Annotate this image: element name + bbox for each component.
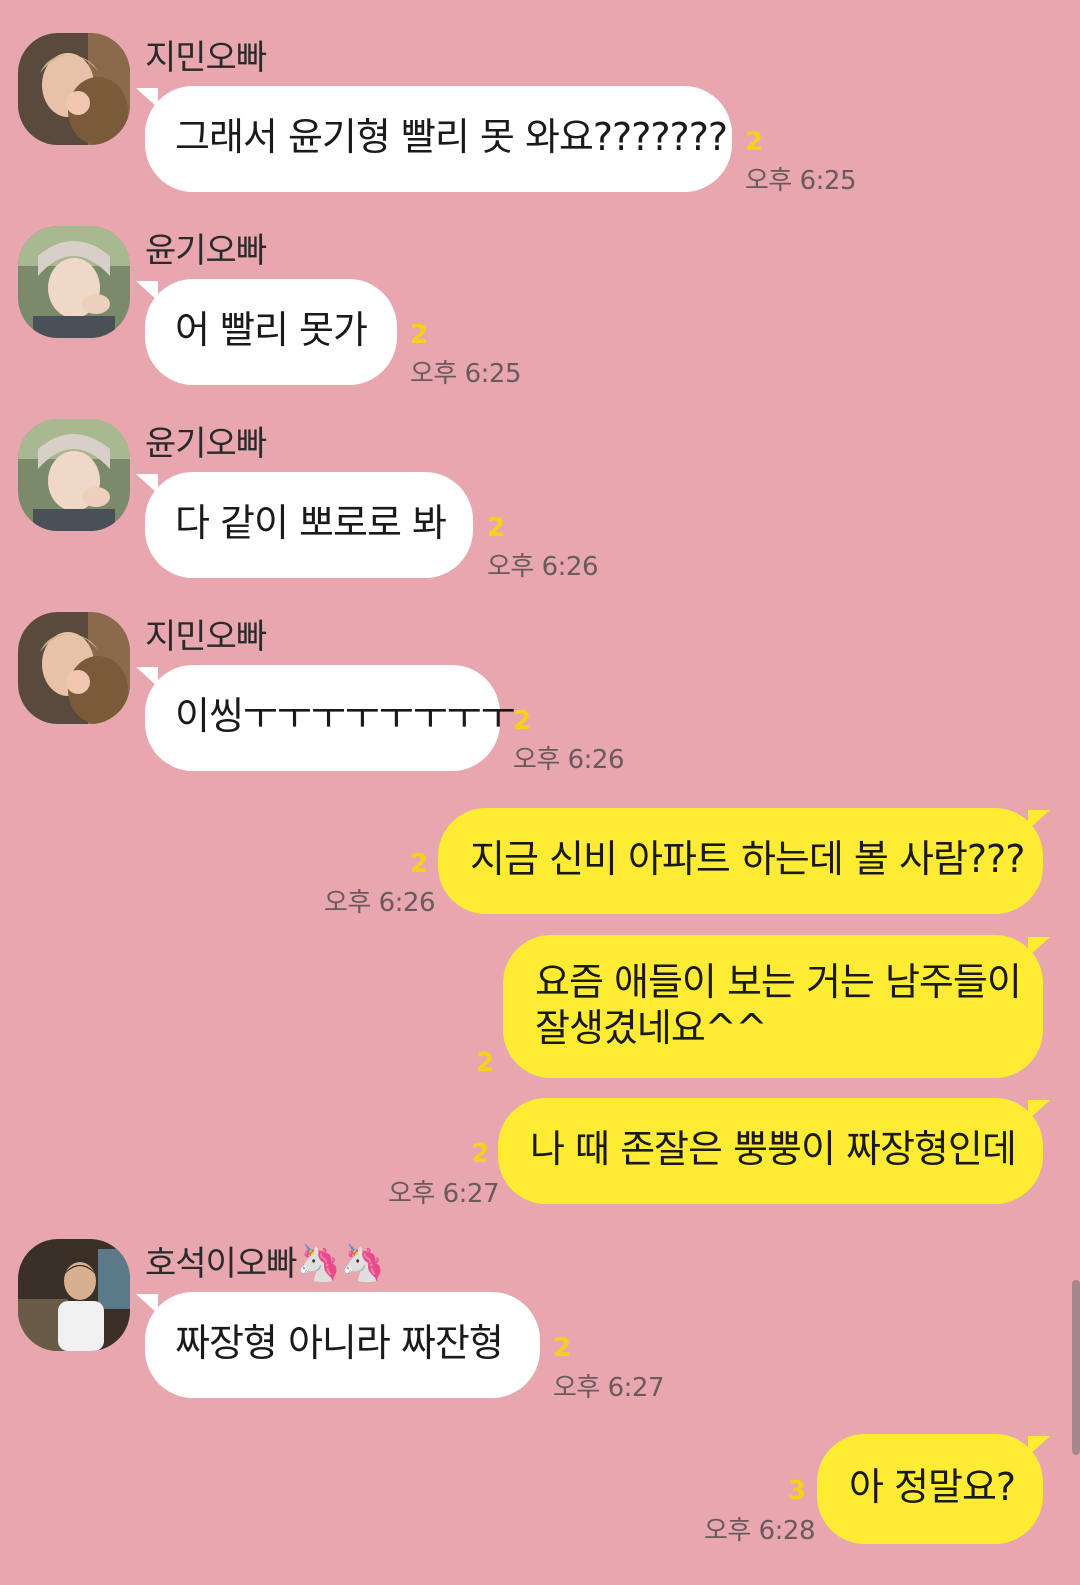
message-bubble[interactable]: 다 같이 뽀로로 봐 [145,472,473,578]
chat-screen: { "messages": [ {"sender": "지민오빠", "text… [0,0,1080,1585]
sender-name: 지민오빠 [145,38,267,78]
message-time: 오후 6:26 [513,745,625,775]
avatar-photo-icon [18,226,130,338]
message-bubble[interactable]: 어 빨리 못가 [145,279,397,385]
bubble-tail [1028,810,1050,830]
avatar-photo-icon [18,419,130,531]
unread-count: 2 [410,849,429,879]
message-time: 오후 6:26 [324,888,436,918]
message-time: 오후 6:26 [487,552,599,582]
message-time: 오후 6:25 [745,166,857,196]
message-bubble[interactable]: 나 때 존잘은 뿡뿡이 짜장형인데 [498,1098,1043,1204]
message-bubble[interactable]: 이씽ㅜㅜㅜㅜㅜㅜㅜㅜ [145,665,516,771]
message-line: 요즘 애들이 보는 거는 남주들이 [535,960,1022,1004]
unread-count: 3 [788,1476,807,1506]
sender-name: 윤기오빠 [145,424,267,464]
message-time: 오후 6:27 [553,1373,665,1403]
message-bubble[interactable]: 지금 신비 아파트 하는데 볼 사람??? [438,808,1043,914]
unread-count: 2 [476,1048,495,1078]
unread-count: 2 [410,320,429,350]
message-bubble[interactable]: 아 정말요? [817,1434,1043,1544]
avatar-photo-icon [18,33,130,145]
avatar-jimin[interactable] [18,33,130,145]
message-time: 오후 6:28 [704,1516,816,1546]
unread-count: 2 [487,513,506,543]
unread-count: 2 [471,1139,490,1169]
scrollbar[interactable] [1072,1280,1080,1455]
message-time: 오후 6:25 [410,359,522,389]
message-line: 잘생겼네요^^ [535,1006,767,1050]
message-bubble[interactable]: 요즘 애들이 보는 거는 남주들이 잘생겼네요^^ [503,935,1043,1078]
sender-name-text: 호석이오빠 [145,1244,297,1284]
message-bubble[interactable]: 짜장형 아니라 짜잔형 [145,1292,540,1398]
avatar-hoseok[interactable] [18,1239,130,1351]
sender-name: 호석이오빠🦄🦄 [145,1236,385,1285]
bubble-tail [1028,1100,1050,1120]
message-time: 오후 6:27 [388,1179,500,1209]
avatar-photo-icon [18,1239,130,1351]
avatar-yoongi[interactable] [18,419,130,531]
unread-count: 2 [745,127,764,157]
avatar-photo-icon [18,612,130,724]
sender-name: 윤기오빠 [145,231,267,271]
bubble-tail [1028,937,1050,957]
unread-count: 2 [513,706,532,736]
avatar-yoongi[interactable] [18,226,130,338]
unicorn-icon: 🦄🦄 [296,1243,385,1284]
sender-name: 지민오빠 [145,617,267,657]
avatar-jimin[interactable] [18,612,130,724]
unread-count: 2 [553,1333,572,1363]
bubble-tail [1028,1436,1050,1456]
message-bubble[interactable]: 그래서 윤기형 빨리 못 와요??????? [145,86,732,192]
